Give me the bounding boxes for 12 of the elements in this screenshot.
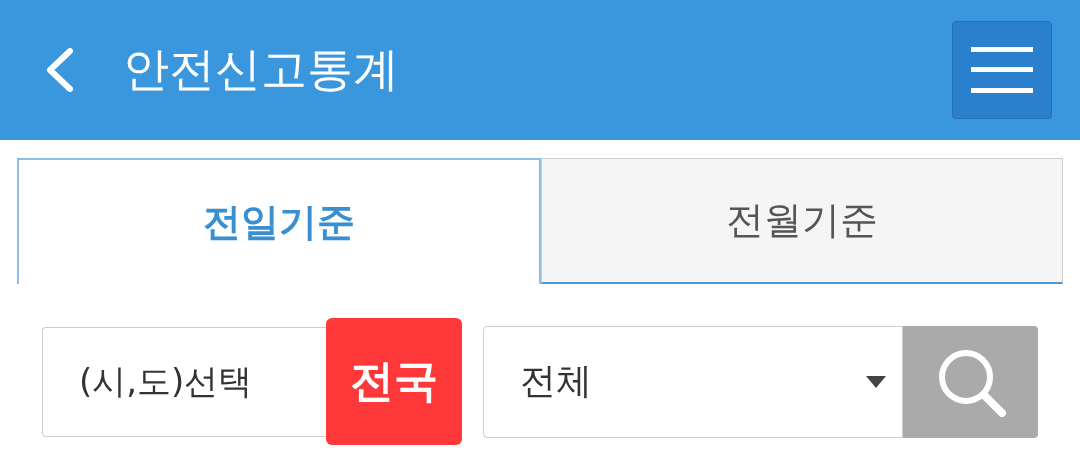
page-title: 안전신고통계 (123, 41, 400, 98)
back-icon[interactable] (45, 48, 75, 92)
category-dropdown[interactable]: 전체 (483, 325, 903, 438)
tab[interactable]: 전일기준 (17, 158, 541, 284)
region-label: (시,도)선택 (79, 359, 253, 403)
tab[interactable]: 전월기준 (541, 158, 1063, 284)
menu-button[interactable] (952, 21, 1052, 119)
search-button[interactable] (903, 325, 1038, 438)
menu-icon (971, 47, 1033, 93)
caret-icon (866, 375, 886, 388)
nationwide-button[interactable]: 전국 (326, 318, 462, 445)
selected-value: 전체 (520, 359, 592, 403)
